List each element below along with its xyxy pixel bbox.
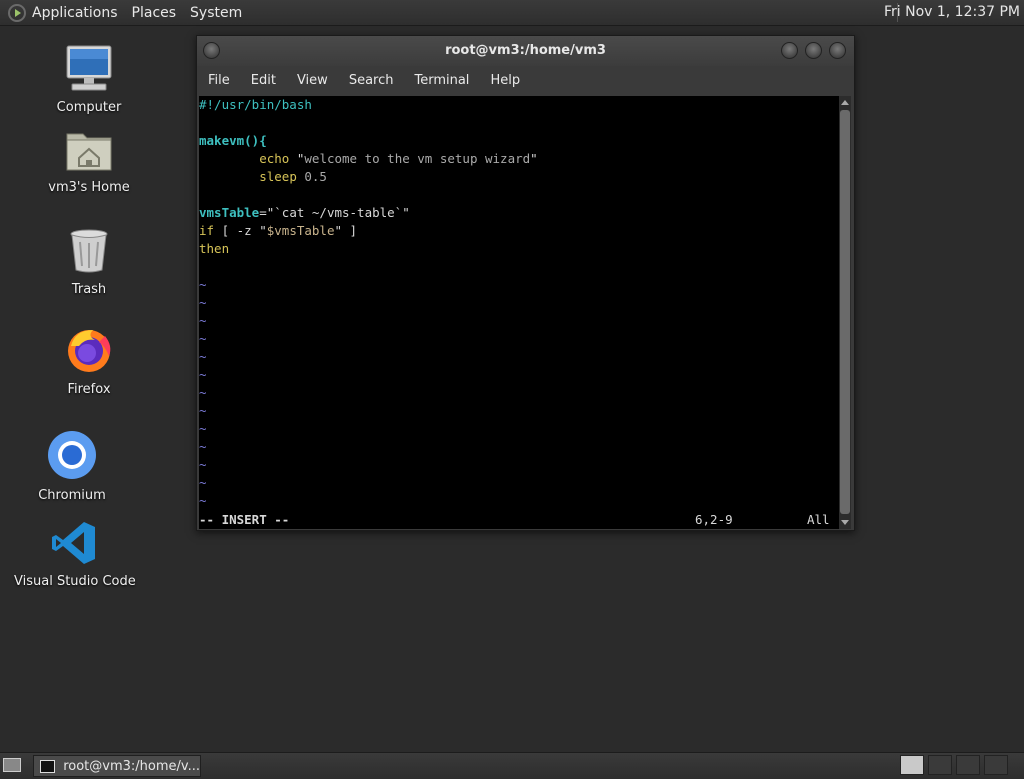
terminal-menubar: File Edit View Search Terminal Help bbox=[197, 66, 854, 94]
workspace-2[interactable] bbox=[928, 755, 952, 775]
desktop-icon-trash[interactable]: Trash bbox=[54, 228, 124, 297]
desktop-icon-label: Computer bbox=[56, 100, 122, 115]
desktop-icon-label: Trash bbox=[71, 282, 107, 297]
desktop-icon-firefox[interactable]: Firefox bbox=[54, 326, 124, 397]
terminal-line: ~ bbox=[199, 277, 207, 292]
vim-scroll-indicator: All bbox=[807, 512, 830, 527]
distro-logo-icon[interactable] bbox=[8, 3, 26, 22]
menu-search[interactable]: Search bbox=[349, 73, 394, 88]
terminal-window[interactable]: root@vm3:/home/vm3 File Edit View Search… bbox=[196, 35, 855, 531]
menu-applications[interactable]: Applications bbox=[32, 5, 118, 21]
window-titlebar[interactable]: root@vm3:/home/vm3 bbox=[197, 36, 854, 66]
terminal-line: #!/usr/bin/bash bbox=[199, 97, 312, 112]
terminal-line: ~ bbox=[199, 475, 207, 490]
scrollbar-thumb[interactable] bbox=[840, 110, 850, 514]
terminal-line: ~ bbox=[199, 439, 207, 454]
terminal-line: vmsTable="`cat ~/vms-table`" bbox=[199, 205, 410, 220]
desktop-icon-computer[interactable]: Computer bbox=[48, 44, 130, 115]
menu-file[interactable]: File bbox=[208, 73, 230, 88]
terminal-line: sleep 0.5 bbox=[259, 169, 327, 184]
terminal-line: ~ bbox=[199, 403, 207, 418]
vim-cursor-position: 6,2-9 bbox=[695, 512, 733, 527]
workspace-3[interactable] bbox=[956, 755, 980, 775]
vim-status-line: -- INSERT -- 6,2-9 All bbox=[199, 511, 839, 529]
terminal-line: ~ bbox=[199, 349, 207, 364]
desktop-icon-label: Visual Studio Code bbox=[14, 574, 136, 589]
terminal-scrollbar[interactable] bbox=[839, 96, 851, 529]
scroll-up-icon[interactable] bbox=[841, 100, 849, 105]
vim-mode-indicator: -- INSERT -- bbox=[199, 512, 290, 527]
desktop-icon-vscode[interactable]: Visual Studio Code bbox=[14, 520, 136, 589]
menu-view[interactable]: View bbox=[297, 73, 328, 88]
desktop-icon-label: Firefox bbox=[67, 382, 111, 397]
computer-icon bbox=[66, 45, 112, 91]
terminal-line: ~ bbox=[199, 295, 207, 310]
firefox-icon bbox=[68, 330, 111, 372]
terminal-line: ~ bbox=[199, 313, 207, 328]
terminal-line: ~ bbox=[199, 385, 207, 400]
terminal-icon bbox=[40, 759, 56, 773]
terminal-line: ~ bbox=[199, 367, 207, 382]
workspace-4[interactable] bbox=[984, 755, 1008, 775]
terminal-line: echo "welcome to the vm setup wizard" bbox=[259, 151, 538, 166]
show-desktop-icon[interactable] bbox=[3, 758, 21, 772]
terminal-line: ~ bbox=[199, 421, 207, 436]
taskbar-label: root@vm3:/home/v... bbox=[63, 758, 200, 774]
maximize-button[interactable] bbox=[805, 42, 822, 59]
desktop-icon-chromium[interactable]: Chromium bbox=[36, 430, 108, 503]
window-title: root@vm3:/home/vm3 bbox=[445, 43, 606, 58]
menu-system[interactable]: System bbox=[190, 5, 242, 21]
terminal-line: ~ bbox=[199, 331, 207, 346]
terminal-line: then bbox=[199, 241, 230, 256]
bottom-panel: root@vm3:/home/v... bbox=[0, 752, 1024, 779]
top-panel: Applications Places System Fri Nov 1, 12… bbox=[0, 0, 1024, 26]
home-folder-icon bbox=[66, 133, 112, 171]
terminal-line: if [ -z "$vmsTable" ] bbox=[199, 223, 358, 238]
terminal-line: ~ bbox=[199, 457, 207, 472]
desktop-icon-label: vm3's Home bbox=[48, 180, 130, 195]
workspace-1[interactable] bbox=[900, 755, 924, 775]
terminal-text-area[interactable]: #!/usr/bin/bash makevm(){ echo "welcome t… bbox=[199, 96, 839, 529]
minimize-button[interactable] bbox=[781, 42, 798, 59]
scroll-down-icon[interactable] bbox=[841, 520, 849, 525]
chromium-icon bbox=[48, 431, 96, 479]
vscode-icon bbox=[52, 522, 95, 564]
close-button[interactable] bbox=[829, 42, 846, 59]
terminal-line: makevm(){ bbox=[199, 133, 267, 148]
desktop-icon-home[interactable]: vm3's Home bbox=[46, 128, 132, 195]
taskbar-terminal-button[interactable]: root@vm3:/home/v... bbox=[33, 755, 201, 777]
menu-edit[interactable]: Edit bbox=[251, 73, 276, 88]
trash-icon bbox=[70, 229, 108, 273]
menu-places[interactable]: Places bbox=[132, 5, 177, 21]
clock[interactable]: Fri Nov 1, 12:37 PM bbox=[884, 4, 1020, 20]
terminal-line: ~ bbox=[199, 493, 207, 508]
menu-terminal[interactable]: Terminal bbox=[414, 73, 469, 88]
desktop-icon-label: Chromium bbox=[38, 488, 106, 503]
menu-help[interactable]: Help bbox=[490, 73, 520, 88]
